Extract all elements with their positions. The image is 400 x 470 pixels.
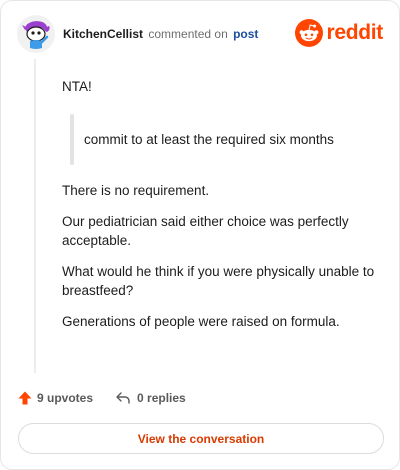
- comment-footer: 9 upvotes 0 replies: [17, 388, 186, 408]
- comment-paragraph: Our pediatrician said either choice was …: [62, 214, 349, 248]
- username[interactable]: KitchenCellist: [63, 27, 143, 41]
- comment-paragraph: Generations of people were raised on for…: [62, 314, 340, 329]
- comment-header: KitchenCellist commented on post reddit: [17, 15, 383, 53]
- reddit-alien-icon: [295, 19, 324, 47]
- view-conversation-button[interactable]: View the conversation: [18, 423, 384, 454]
- comment-paragraph: NTA!: [62, 79, 92, 94]
- comment-meta: KitchenCellist commented on post: [63, 27, 258, 41]
- upvote-button[interactable]: 9 upvotes: [17, 390, 93, 406]
- comment-body: NTA! commit to at least the required six…: [62, 77, 378, 331]
- comment-paragraph: What would he think if you were physical…: [62, 264, 375, 298]
- replies-count: 0 replies: [137, 391, 186, 405]
- blockquote-text: commit to at least the required six mont…: [84, 132, 334, 147]
- thread-line: [34, 59, 36, 373]
- blockquote-bar: [70, 114, 74, 165]
- reddit-wordmark: reddit: [326, 21, 383, 44]
- reddit-logo[interactable]: reddit: [295, 19, 383, 47]
- replies-button[interactable]: 0 replies: [115, 390, 186, 406]
- action-text: commented on: [148, 27, 228, 41]
- reply-arrow-icon: [116, 392, 130, 404]
- upvote-count: 9 upvotes: [37, 391, 94, 405]
- embedded-comment-card: KitchenCellist commented on post reddit …: [0, 0, 400, 470]
- snoo-avatar-icon: [17, 15, 55, 53]
- post-link[interactable]: post: [233, 27, 258, 41]
- comment-paragraph: There is no requirement.: [62, 183, 210, 198]
- blockquote: commit to at least the required six mont…: [62, 114, 378, 165]
- arrow-up-icon: [18, 391, 32, 405]
- user-avatar[interactable]: [17, 15, 55, 53]
